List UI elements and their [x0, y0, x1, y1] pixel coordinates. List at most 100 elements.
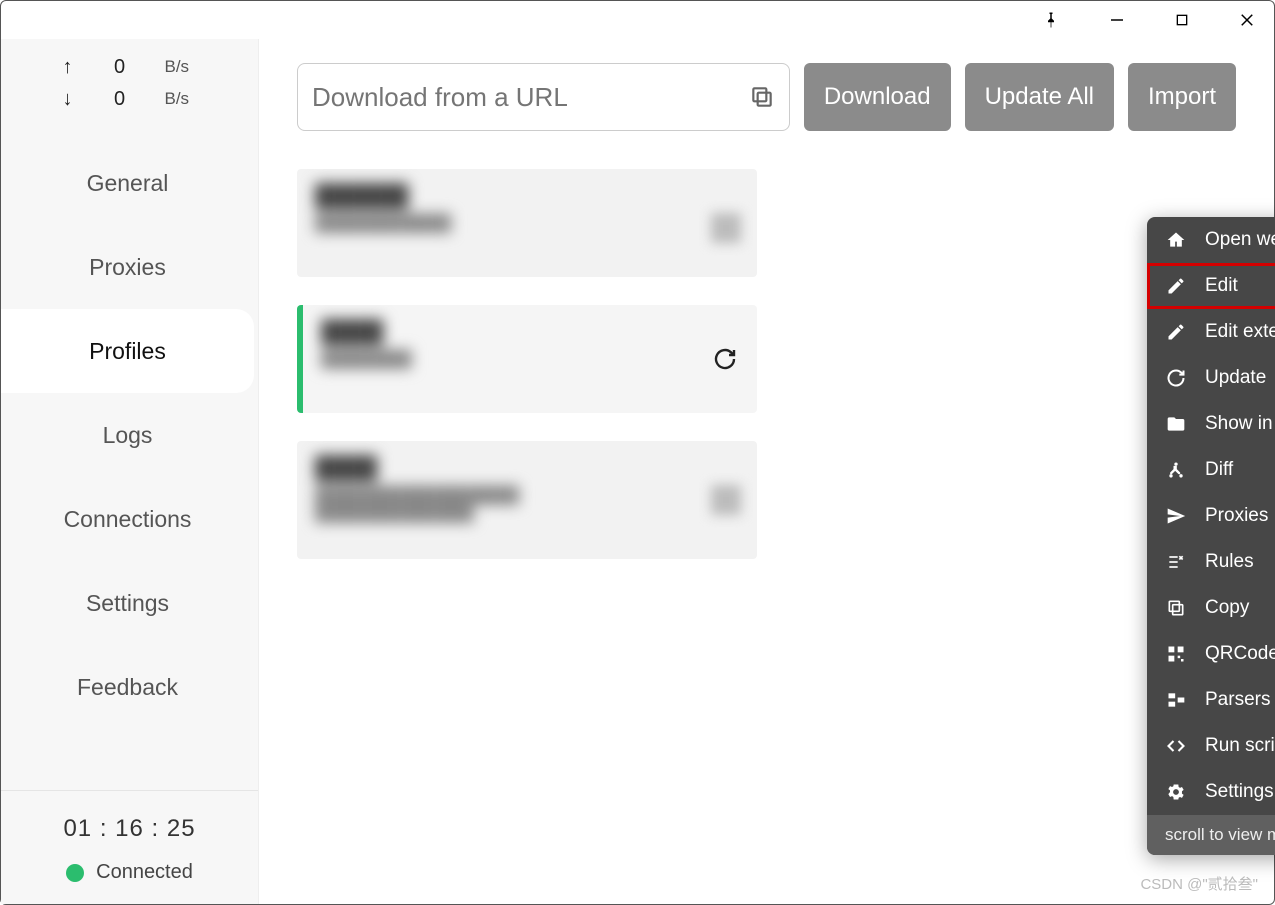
speed-panel: ↑ 0 B/s ↓ 0 B/s [1, 39, 258, 123]
qr-icon [1165, 643, 1187, 665]
profile-card-selected[interactable]: ████ ████████ [297, 305, 757, 413]
profile-card[interactable]: ████ ██████████████████ ██████████████ [297, 441, 757, 559]
down-arrow-icon: ↓ [61, 88, 75, 111]
profile-title: ████ [321, 319, 739, 345]
toolbar: Download Update All Import [297, 63, 1236, 131]
sidebar-item-feedback[interactable]: Feedback [1, 645, 254, 729]
ctx-edit-externally[interactable]: Edit externally [1147, 309, 1275, 355]
ctx-label: QRCode [1205, 643, 1275, 665]
sidebar-item-settings[interactable]: Settings [1, 561, 254, 645]
ctx-show-in-folder[interactable]: Show in folder [1147, 401, 1275, 447]
profile-sub: ████████ [321, 351, 739, 369]
folder-icon [1165, 413, 1187, 435]
titlebar [1, 1, 1274, 39]
sidebar-status: 01 : 16 : 25 Connected [1, 790, 258, 904]
sidebar-item-logs[interactable]: Logs [1, 393, 254, 477]
sidebar-item-label: Profiles [89, 338, 166, 365]
sidebar-item-label: Connections [64, 506, 192, 533]
context-menu: Open web page Edit Edit externally Updat… [1147, 217, 1275, 855]
profile-title: ████ [315, 455, 739, 481]
ctx-parsers[interactable]: Parsers [1147, 677, 1275, 723]
sidebar-item-connections[interactable]: Connections [1, 477, 254, 561]
update-all-button[interactable]: Update All [965, 63, 1114, 131]
ctx-update[interactable]: Update [1147, 355, 1275, 401]
ctx-label: Diff [1205, 459, 1233, 481]
ctx-label: Proxies [1205, 505, 1268, 527]
ctx-label: Open web page [1205, 229, 1275, 251]
download-value: 0 [105, 88, 135, 111]
speed-download: ↓ 0 B/s [1, 83, 258, 115]
profile-sub: ██████████████████ [315, 487, 739, 505]
button-label: Update All [985, 83, 1094, 111]
profile-card[interactable]: ██████ ████████████ [297, 169, 757, 277]
ctx-label: Rules [1205, 551, 1254, 573]
copy-icon [1165, 597, 1187, 619]
ctx-label: Settings [1205, 781, 1274, 803]
speed-upload: ↑ 0 B/s [1, 51, 258, 83]
ctx-label: Run script [1205, 735, 1275, 757]
parser-icon [1165, 689, 1187, 711]
profile-sub2: ██████████████ [315, 505, 739, 523]
ctx-footer-label: scroll to view more [1165, 825, 1275, 845]
ctx-label: Edit [1205, 275, 1238, 297]
ctx-qrcode[interactable]: QRCode [1147, 631, 1275, 677]
ctx-rules[interactable]: Rules [1147, 539, 1275, 585]
gear-icon [1165, 781, 1187, 803]
pin-icon[interactable] [1032, 5, 1070, 35]
url-input-wrapper[interactable] [297, 63, 790, 131]
sidebar-item-label: Settings [86, 590, 169, 617]
sidebar-item-label: Proxies [89, 254, 166, 281]
maximize-button[interactable] [1164, 8, 1200, 32]
upload-value: 0 [105, 56, 135, 79]
sidebar-item-proxies[interactable]: Proxies [1, 225, 254, 309]
send-icon [1165, 505, 1187, 527]
profile-corner-icon [711, 485, 741, 515]
rules-icon [1165, 551, 1187, 573]
ctx-run-script[interactable]: Run script [1147, 723, 1275, 769]
button-label: Import [1148, 83, 1216, 111]
uptime-timer: 01 : 16 : 25 [1, 815, 258, 843]
url-input[interactable] [312, 82, 749, 113]
sidebar-item-label: Logs [103, 422, 153, 449]
sidebar-item-label: Feedback [77, 674, 178, 701]
button-label: Download [824, 83, 931, 111]
sidebar-item-label: General [87, 170, 169, 197]
pencil-icon [1165, 321, 1187, 343]
ctx-footer[interactable]: scroll to view more ▾ [1147, 815, 1275, 855]
pencil-icon [1165, 275, 1187, 297]
ctx-settings[interactable]: Settings [1147, 769, 1275, 815]
sidebar: ↑ 0 B/s ↓ 0 B/s General Proxies Profiles… [1, 39, 259, 904]
sidebar-item-general[interactable]: General [1, 141, 254, 225]
sidebar-nav: General Proxies Profiles Logs Connection… [1, 141, 258, 790]
upload-unit: B/s [165, 57, 199, 77]
code-icon [1165, 735, 1187, 757]
ctx-open-web-page[interactable]: Open web page [1147, 217, 1275, 263]
up-arrow-icon: ↑ [61, 56, 75, 79]
profile-title: ██████ [315, 183, 739, 209]
refresh-icon [1165, 367, 1187, 389]
ctx-label: Parsers [1205, 689, 1270, 711]
download-button[interactable]: Download [804, 63, 951, 131]
import-button[interactable]: Import [1128, 63, 1236, 131]
home-icon [1165, 229, 1187, 251]
status-label: Connected [96, 861, 193, 884]
ctx-label: Copy [1205, 597, 1249, 619]
close-button[interactable] [1228, 7, 1266, 33]
profile-sub: ████████████ [315, 215, 739, 233]
profile-cards: ██████ ████████████ ████ ████████ ████ █… [297, 169, 1236, 559]
ctx-proxies[interactable]: Proxies [1147, 493, 1275, 539]
profile-corner-icon [711, 213, 741, 243]
status-dot-icon [66, 864, 84, 882]
ctx-label: Update [1205, 367, 1266, 389]
ctx-copy[interactable]: Copy [1147, 585, 1275, 631]
download-unit: B/s [165, 89, 199, 109]
reload-icon[interactable] [713, 347, 737, 371]
paste-icon[interactable] [749, 84, 775, 110]
ctx-diff[interactable]: Diff [1147, 447, 1275, 493]
ctx-label: Edit externally [1205, 321, 1275, 343]
diff-icon [1165, 459, 1187, 481]
ctx-edit[interactable]: Edit [1147, 263, 1275, 309]
connection-status[interactable]: Connected [1, 861, 258, 884]
minimize-button[interactable] [1098, 7, 1136, 33]
sidebar-item-profiles[interactable]: Profiles [1, 309, 254, 393]
